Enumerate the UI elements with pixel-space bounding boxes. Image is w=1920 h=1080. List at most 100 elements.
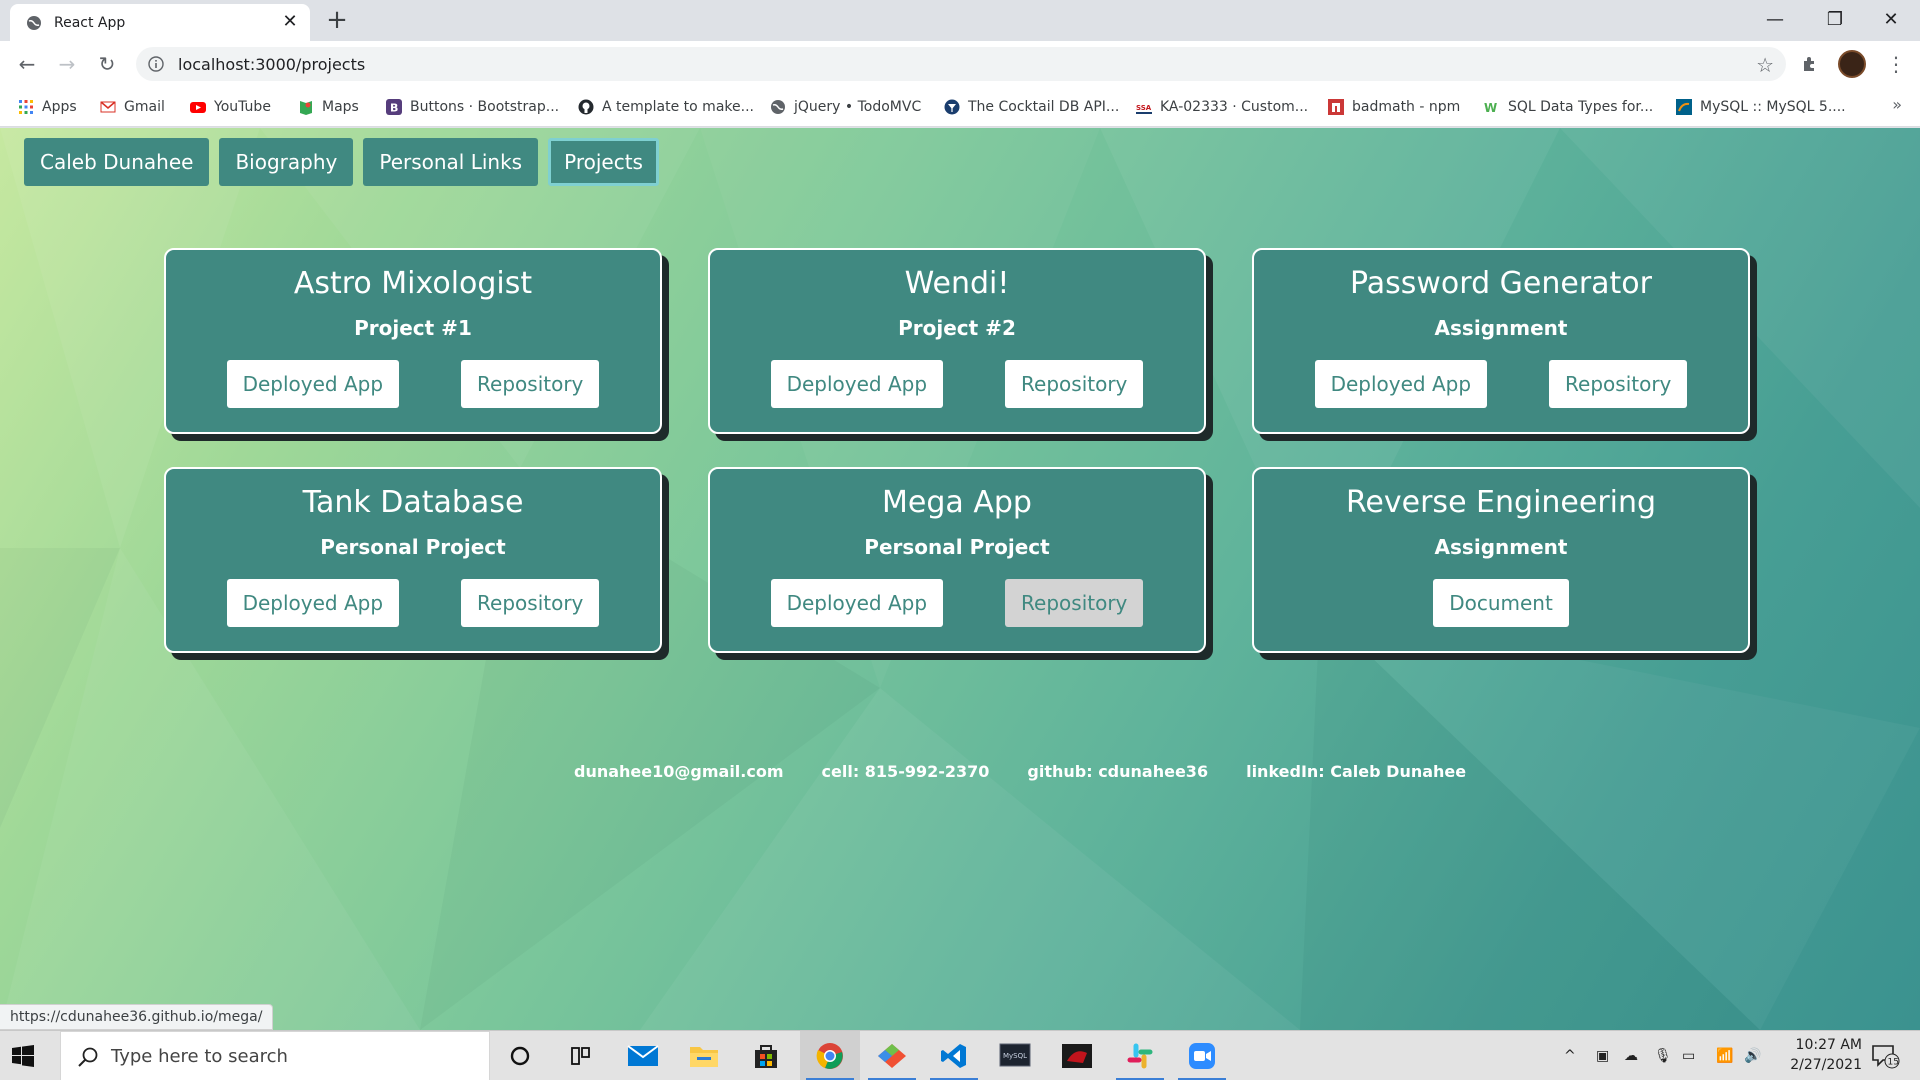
cortana-icon[interactable] <box>490 1031 550 1080</box>
deployed-app-button[interactable]: Deployed App <box>226 579 400 627</box>
forward-icon[interactable]: → <box>52 49 82 79</box>
meet-now-icon[interactable]: ▣ <box>1596 1031 1609 1080</box>
tray-overflow-icon[interactable]: ^ <box>1564 1031 1576 1080</box>
onedrive-icon[interactable]: ☁ <box>1624 1031 1638 1080</box>
nav-caleb-dunahee[interactable]: Caleb Dunahee <box>24 138 210 186</box>
mysql-icon <box>1676 99 1692 115</box>
battery-icon[interactable]: ▭ <box>1682 1031 1695 1080</box>
game-icon[interactable] <box>1047 1031 1107 1080</box>
bookmark-ssa[interactable]: SSA KA-02333 · Custom... <box>1136 95 1308 119</box>
svg-text:B: B <box>390 102 398 115</box>
volume-icon[interactable]: 🔊 <box>1744 1031 1761 1080</box>
slack-icon[interactable] <box>1110 1031 1170 1080</box>
deployed-app-button[interactable]: Deployed App <box>770 360 944 408</box>
browser-tab[interactable]: React App ✕ <box>10 4 310 41</box>
contact-footer: dunahee10@gmail.com cell: 815-992-2370 g… <box>574 762 1466 781</box>
bookmark-label: SQL Data Types for... <box>1508 99 1654 115</box>
bookmark-label: Gmail <box>124 99 165 115</box>
bookmark-label: jQuery • TodoMVC <box>794 99 922 115</box>
profile-avatar[interactable] <box>1838 50 1866 78</box>
taskbar-clock[interactable]: 10:27 AM 2/27/2021 <box>1772 1035 1862 1075</box>
vscode-icon[interactable] <box>924 1031 984 1080</box>
extensions-icon[interactable] <box>1800 54 1820 74</box>
windows-start-icon[interactable] <box>12 1045 34 1067</box>
repository-button[interactable]: Repository <box>1005 579 1144 627</box>
restore-icon[interactable]: ❐ <box>1820 5 1850 35</box>
bookmark-star-icon[interactable]: ☆ <box>1756 53 1774 77</box>
bookmark-gmail[interactable]: Gmail <box>100 95 165 119</box>
nav-biography[interactable]: Biography <box>219 138 354 186</box>
project-card-astro-mixologist: Astro Mixologist Project #1 Deployed App… <box>164 248 662 434</box>
url-text: localhost:3000/projects <box>178 55 366 74</box>
taskbar-search[interactable]: Type here to search <box>60 1031 490 1080</box>
project-title: Mega App <box>882 485 1032 520</box>
bookmark-youtube[interactable]: YouTube <box>190 95 271 119</box>
reload-icon[interactable]: ↻ <box>92 49 122 79</box>
microphone-icon[interactable]: 🎙 <box>1654 1031 1672 1080</box>
svg-text:W: W <box>1484 101 1497 115</box>
address-bar[interactable]: localhost:3000/projects ☆ <box>136 47 1786 81</box>
repository-button[interactable]: Repository <box>461 579 600 627</box>
deployed-app-button[interactable]: Deployed App <box>770 579 944 627</box>
notification-count: 15 <box>1888 1058 1899 1068</box>
minimize-icon[interactable]: — <box>1760 5 1790 35</box>
project-subtitle: Assignment <box>1434 316 1568 340</box>
bookmarks-bar: Apps Gmail YouTube Maps B Buttons · Boot… <box>0 87 1920 127</box>
wifi-icon[interactable]: 📶 <box>1716 1031 1733 1080</box>
repository-button[interactable]: Repository <box>461 360 600 408</box>
tab-title: React App <box>54 15 126 31</box>
youtube-icon <box>190 102 206 113</box>
bookmark-label: Maps <box>322 99 359 115</box>
bookmark-github-template[interactable]: A template to make... <box>578 95 754 119</box>
repository-button[interactable]: Repository <box>1005 360 1144 408</box>
project-title: Tank Database <box>302 485 524 520</box>
new-tab-icon[interactable]: + <box>324 7 350 34</box>
mail-icon[interactable] <box>613 1031 673 1080</box>
project-title: Astro Mixologist <box>293 266 533 301</box>
deployed-app-button[interactable]: Deployed App <box>1314 360 1488 408</box>
clock-date: 2/27/2021 <box>1790 1057 1862 1073</box>
ssa-icon: SSA <box>1136 99 1152 115</box>
project-subtitle: Project #1 <box>354 316 472 340</box>
mysql-workbench-icon[interactable]: MySQL <box>985 1031 1045 1080</box>
close-window-icon[interactable]: ✕ <box>1876 5 1906 35</box>
project-card-password-generator: Password Generator Assignment Deployed A… <box>1252 248 1750 434</box>
footer-github[interactable]: github: cdunahee36 <box>1027 762 1208 781</box>
store-icon[interactable] <box>736 1031 796 1080</box>
back-icon[interactable]: ← <box>12 49 42 79</box>
globe-icon <box>771 100 785 114</box>
footer-email[interactable]: dunahee10@gmail.com <box>574 762 784 781</box>
bookmark-mysql[interactable]: MySQL :: MySQL 5.... <box>1676 95 1846 119</box>
task-view-icon[interactable] <box>550 1031 610 1080</box>
info-icon[interactable] <box>148 56 164 72</box>
zoom-icon[interactable] <box>1172 1031 1232 1080</box>
bookmark-bootstrap[interactable]: B Buttons · Bootstrap... <box>386 95 559 119</box>
globe-icon <box>27 16 41 30</box>
chrome-menu-icon[interactable]: ⋮ <box>1886 51 1906 77</box>
repository-button[interactable]: Repository <box>1549 360 1688 408</box>
project-subtitle: Personal Project <box>864 535 1050 559</box>
document-button[interactable]: Document <box>1433 579 1569 627</box>
bookmark-npm[interactable]: badmath - npm <box>1328 95 1460 119</box>
page-viewport: Caleb Dunahee Biography Personal Links P… <box>0 128 1920 1030</box>
close-tab-icon[interactable]: ✕ <box>280 12 300 32</box>
bookmark-label: badmath - npm <box>1352 99 1461 115</box>
file-explorer-icon[interactable] <box>674 1031 734 1080</box>
footer-linkedin[interactable]: linkedIn: Caleb Dunahee <box>1246 762 1466 781</box>
git-icon[interactable] <box>862 1031 922 1080</box>
search-placeholder: Type here to search <box>111 1046 288 1067</box>
bookmark-todomvc[interactable]: jQuery • TodoMVC <box>770 95 921 119</box>
bookmark-w3schools[interactable]: W SQL Data Types for... <box>1484 95 1653 119</box>
deployed-app-button[interactable]: Deployed App <box>226 360 400 408</box>
bookmark-apps[interactable]: Apps <box>18 95 77 119</box>
tab-strip: React App ✕ + — ❐ ✕ <box>0 0 1920 41</box>
bookmark-label: Buttons · Bootstrap... <box>410 99 560 115</box>
bookmark-cocktaildb[interactable]: The Cocktail DB API... <box>944 95 1119 119</box>
notification-center-icon[interactable]: 15 <box>1870 1043 1900 1069</box>
search-icon <box>78 1047 98 1067</box>
chrome-icon[interactable] <box>800 1031 860 1080</box>
nav-projects[interactable]: Projects <box>548 138 659 186</box>
nav-personal-links[interactable]: Personal Links <box>363 138 539 186</box>
bookmark-maps[interactable]: Maps <box>298 95 359 119</box>
more-bookmarks-icon[interactable]: » <box>1892 95 1902 114</box>
